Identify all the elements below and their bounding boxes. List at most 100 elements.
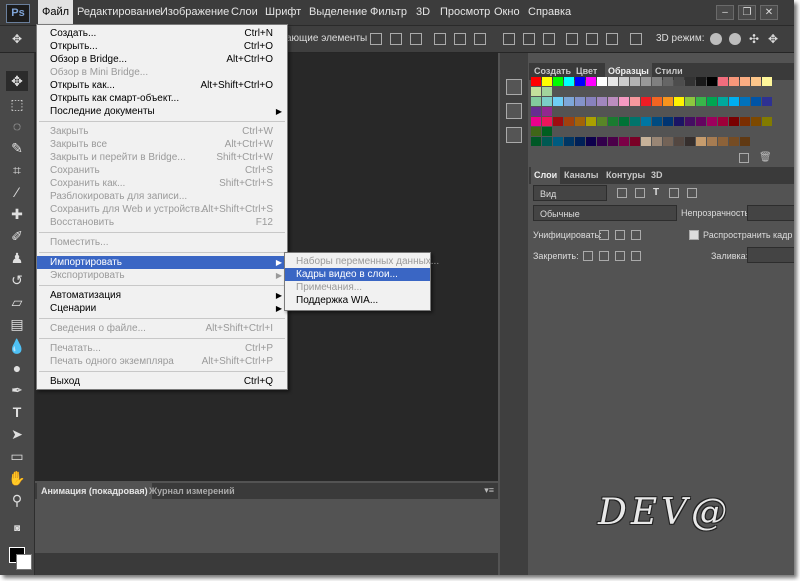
color-swatch[interactable] (597, 137, 607, 146)
color-swatch[interactable] (685, 97, 695, 106)
distribute-vcenter-icon[interactable] (523, 33, 535, 45)
menu-item-check-in[interactable]: Разблокировать для записи... (37, 190, 287, 203)
quick-select-tool-icon[interactable]: ✎ (6, 138, 28, 158)
color-swatch[interactable] (674, 77, 684, 86)
menu-item-close-all[interactable]: Закрыть все Alt+Ctrl+W (37, 138, 287, 151)
clone-stamp-tool-icon[interactable]: ♟ (6, 248, 28, 268)
properties-panel-icon[interactable] (506, 103, 522, 119)
color-swatch[interactable] (707, 117, 717, 126)
color-swatch[interactable] (707, 137, 717, 146)
color-swatch[interactable] (542, 107, 552, 116)
color-swatch[interactable] (630, 97, 640, 106)
color-swatch[interactable] (531, 97, 541, 106)
color-swatch[interactable] (641, 137, 651, 146)
color-swatch[interactable] (740, 97, 750, 106)
color-swatch[interactable] (740, 137, 750, 146)
color-swatch[interactable] (575, 77, 585, 86)
align-left-icon[interactable] (434, 33, 446, 45)
color-swatch[interactable] (663, 137, 673, 146)
color-swatch[interactable] (696, 117, 706, 126)
menu-item-open-as[interactable]: Открыть как... Alt+Shift+Ctrl+O (37, 79, 287, 92)
auto-align-icon[interactable] (630, 33, 642, 45)
color-swatch[interactable] (542, 137, 552, 146)
color-swatch[interactable] (696, 137, 706, 146)
color-swatch[interactable] (586, 77, 596, 86)
menu-item-browse-mini-bridge[interactable]: Обзор в Mini Bridge... (37, 66, 287, 79)
color-swatch[interactable] (740, 77, 750, 86)
menu-item-export[interactable]: Экспортировать ▶ (37, 269, 287, 282)
color-swatch[interactable] (696, 77, 706, 86)
quick-mask-icon[interactable]: ◙ (6, 519, 28, 539)
menu-item-print-one-copy[interactable]: Печать одного экземпляра Alt+Shift+Ctrl+P (37, 355, 287, 368)
color-swatch[interactable] (674, 137, 684, 146)
color-swatch[interactable] (707, 97, 717, 106)
menu-item-new[interactable]: Создать... Ctrl+N (37, 27, 287, 40)
color-swatch[interactable] (663, 77, 673, 86)
marquee-tool-icon[interactable]: ⬚ (6, 94, 28, 114)
color-swatch[interactable] (619, 117, 629, 126)
color-swatch[interactable] (586, 117, 596, 126)
blur-tool-icon[interactable]: 💧 (6, 336, 28, 356)
color-swatch[interactable] (718, 77, 728, 86)
fill-input[interactable] (747, 247, 794, 263)
tab-channels[interactable]: Каналы (561, 167, 601, 184)
color-swatch[interactable] (652, 137, 662, 146)
menu-item-place[interactable]: Поместить... (37, 236, 287, 249)
color-swatch[interactable] (751, 77, 761, 86)
menu-edit[interactable]: Редактирование (73, 0, 165, 25)
color-swatch[interactable] (619, 77, 629, 86)
color-swatch[interactable] (652, 117, 662, 126)
delete-swatch-icon[interactable]: 🗑 (759, 153, 772, 163)
3d-slide-icon[interactable]: ✥ (767, 33, 779, 45)
color-swatch[interactable] (641, 97, 651, 106)
history-panel-icon[interactable] (506, 79, 522, 95)
menu-item-browse-bridge[interactable]: Обзор в Bridge... Alt+Ctrl+O (37, 53, 287, 66)
menu-item-save-as[interactable]: Сохранить как... Shift+Ctrl+S (37, 177, 287, 190)
color-swatch[interactable] (531, 117, 541, 126)
color-swatch[interactable] (597, 77, 607, 86)
color-swatch[interactable] (762, 97, 772, 106)
color-swatch[interactable] (564, 97, 574, 106)
distribute-left-icon[interactable] (566, 33, 578, 45)
menu-item-exit[interactable]: Выход Ctrl+Q (37, 375, 287, 388)
new-swatch-icon[interactable] (739, 153, 749, 163)
color-swatch[interactable] (564, 117, 574, 126)
healing-brush-tool-icon[interactable]: ✚ (6, 204, 28, 224)
color-swatch[interactable] (608, 97, 618, 106)
menu-item-scripts[interactable]: Сценарии ▶ (37, 302, 287, 315)
color-swatch[interactable] (619, 137, 629, 146)
menu-layers[interactable]: Слои (227, 0, 262, 25)
submenu-item-video-frames-to-layers[interactable]: Кадры видео в слои... (285, 268, 430, 281)
color-swatch[interactable] (586, 97, 596, 106)
rectangle-tool-icon[interactable]: ▭ (6, 446, 28, 466)
color-swatch[interactable] (729, 117, 739, 126)
color-swatch[interactable] (542, 77, 552, 86)
filter-shape-icon[interactable] (669, 188, 679, 198)
3d-roll-icon[interactable] (729, 33, 741, 45)
color-swatch[interactable] (575, 137, 585, 146)
tab-paths[interactable]: Контуры (603, 167, 648, 184)
lock-transparent-icon[interactable] (583, 251, 593, 261)
menu-item-import[interactable]: Импортировать ▶ (37, 256, 287, 269)
menu-window[interactable]: Окно (490, 0, 524, 25)
color-swatch[interactable] (553, 137, 563, 146)
menu-filter[interactable]: Фильтр (366, 0, 411, 25)
color-swatch[interactable] (542, 117, 552, 126)
color-swatch[interactable] (685, 77, 695, 86)
eraser-tool-icon[interactable]: ▱ (6, 292, 28, 312)
move-tool-icon[interactable]: ✥ (6, 71, 28, 91)
lasso-tool-icon[interactable]: ◌ (6, 116, 28, 136)
layer-filter-select[interactable]: Вид (533, 185, 607, 201)
color-swatch[interactable] (729, 97, 739, 106)
color-swatch[interactable] (740, 117, 750, 126)
align-bottom-icon[interactable] (410, 33, 422, 45)
tab-3d[interactable]: 3D (648, 167, 666, 184)
color-swatch[interactable] (575, 117, 585, 126)
color-swatch[interactable] (553, 117, 563, 126)
move-tool-preset-icon[interactable]: ✥ (6, 29, 28, 49)
align-right-icon[interactable] (474, 33, 486, 45)
background-color-swatch[interactable] (16, 554, 32, 570)
screen-mode-icon[interactable]: ▣ (6, 573, 28, 575)
color-swatch[interactable] (718, 117, 728, 126)
color-swatch[interactable] (531, 87, 541, 96)
